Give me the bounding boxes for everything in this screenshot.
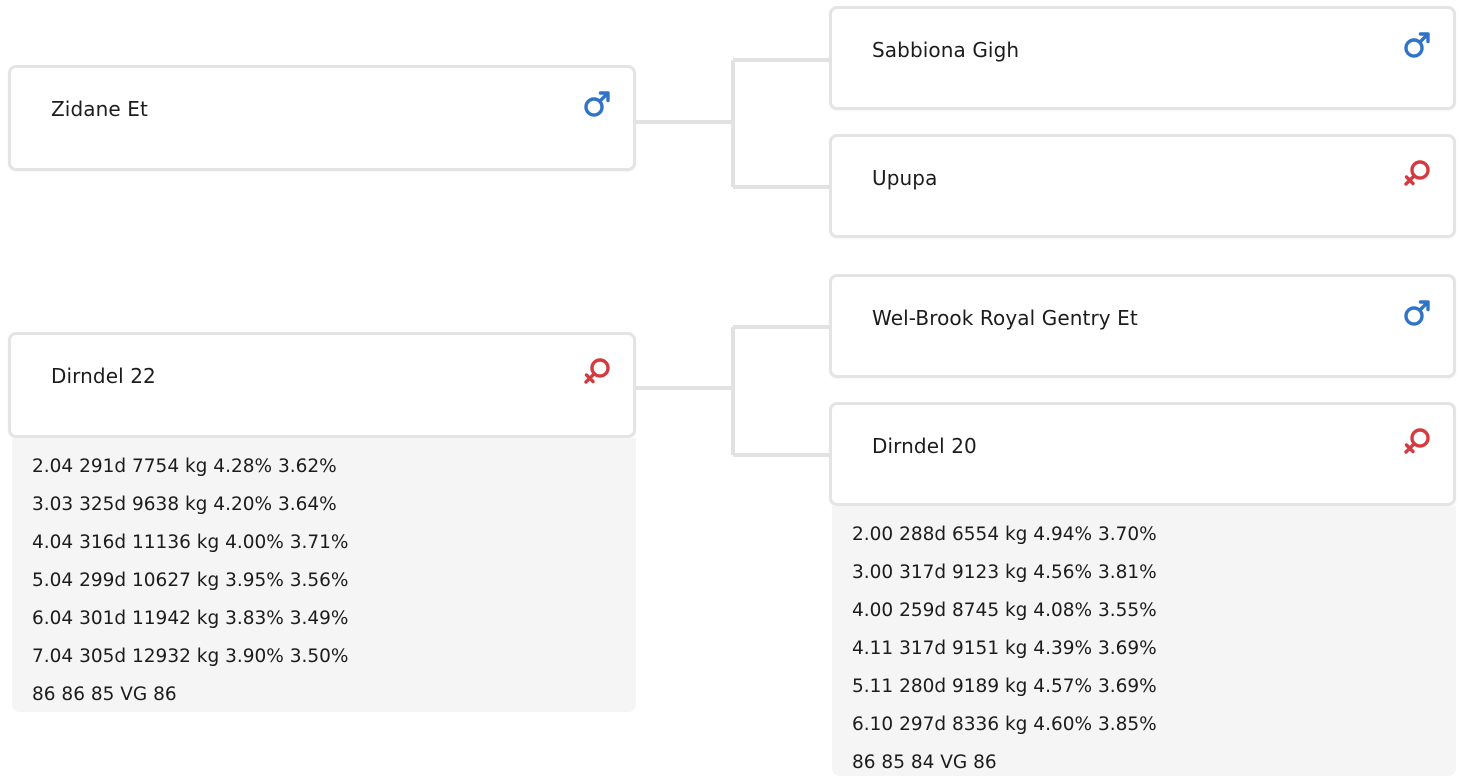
record-line: 4.00 259d 8745 kg 4.08% 3.55% (852, 600, 1157, 621)
animal-name: Wel-Brook Royal Gentry Et (872, 306, 1138, 330)
record-line: 5.11 280d 9189 kg 4.57% 3.69% (852, 676, 1157, 697)
classification-line: 86 86 85 VG 86 (32, 684, 177, 705)
record-line: 3.00 317d 9123 kg 4.56% 3.81% (852, 562, 1157, 583)
lactation-records-dam: 2.04 291d 7754 kg 4.28% 3.62% 3.03 325d … (12, 438, 636, 712)
record-line: 7.04 305d 12932 kg 3.90% 3.50% (32, 646, 349, 667)
classification-line: 86 85 84 VG 86 (852, 752, 997, 773)
animal-card-dam[interactable]: Dirndel 22 (8, 332, 636, 438)
animal-name: Dirndel 20 (872, 434, 977, 458)
animal-name: Dirndel 22 (51, 364, 156, 388)
female-symbol-icon (1404, 160, 1430, 186)
connector-sire (636, 58, 830, 189)
female-symbol-icon (1404, 428, 1430, 454)
record-line: 5.04 299d 10627 kg 3.95% 3.56% (32, 570, 349, 591)
animal-card-sire[interactable]: Zidane Et (8, 65, 636, 171)
record-line: 6.04 301d 11942 kg 3.83% 3.49% (32, 608, 349, 629)
record-line: 2.00 288d 6554 kg 4.94% 3.70% (852, 524, 1157, 545)
record-line: 4.04 316d 11136 kg 4.00% 3.71% (32, 532, 349, 553)
female-symbol-icon (584, 358, 610, 384)
connector-dam (636, 325, 830, 457)
animal-card-dam-sire[interactable]: Wel-Brook Royal Gentry Et (829, 274, 1456, 378)
animal-card-dam-dam[interactable]: Dirndel 20 (829, 402, 1456, 506)
lactation-records-dam-dam: 2.00 288d 6554 kg 4.94% 3.70% 3.00 317d … (832, 506, 1456, 776)
male-symbol-icon (1404, 300, 1430, 326)
male-symbol-icon (584, 91, 610, 117)
record-line: 4.11 317d 9151 kg 4.39% 3.69% (852, 638, 1157, 659)
record-line: 2.04 291d 7754 kg 4.28% 3.62% (32, 456, 337, 477)
record-line: 3.03 325d 9638 kg 4.20% 3.64% (32, 494, 337, 515)
animal-name: Upupa (872, 166, 938, 190)
record-line: 6.10 297d 8336 kg 4.60% 3.85% (852, 714, 1157, 735)
animal-card-sire-dam[interactable]: Upupa (829, 134, 1456, 238)
animal-name: Sabbiona Gigh (872, 38, 1020, 62)
male-symbol-icon (1404, 32, 1430, 58)
animal-card-sire-sire[interactable]: Sabbiona Gigh (829, 6, 1456, 110)
animal-name: Zidane Et (51, 97, 148, 121)
